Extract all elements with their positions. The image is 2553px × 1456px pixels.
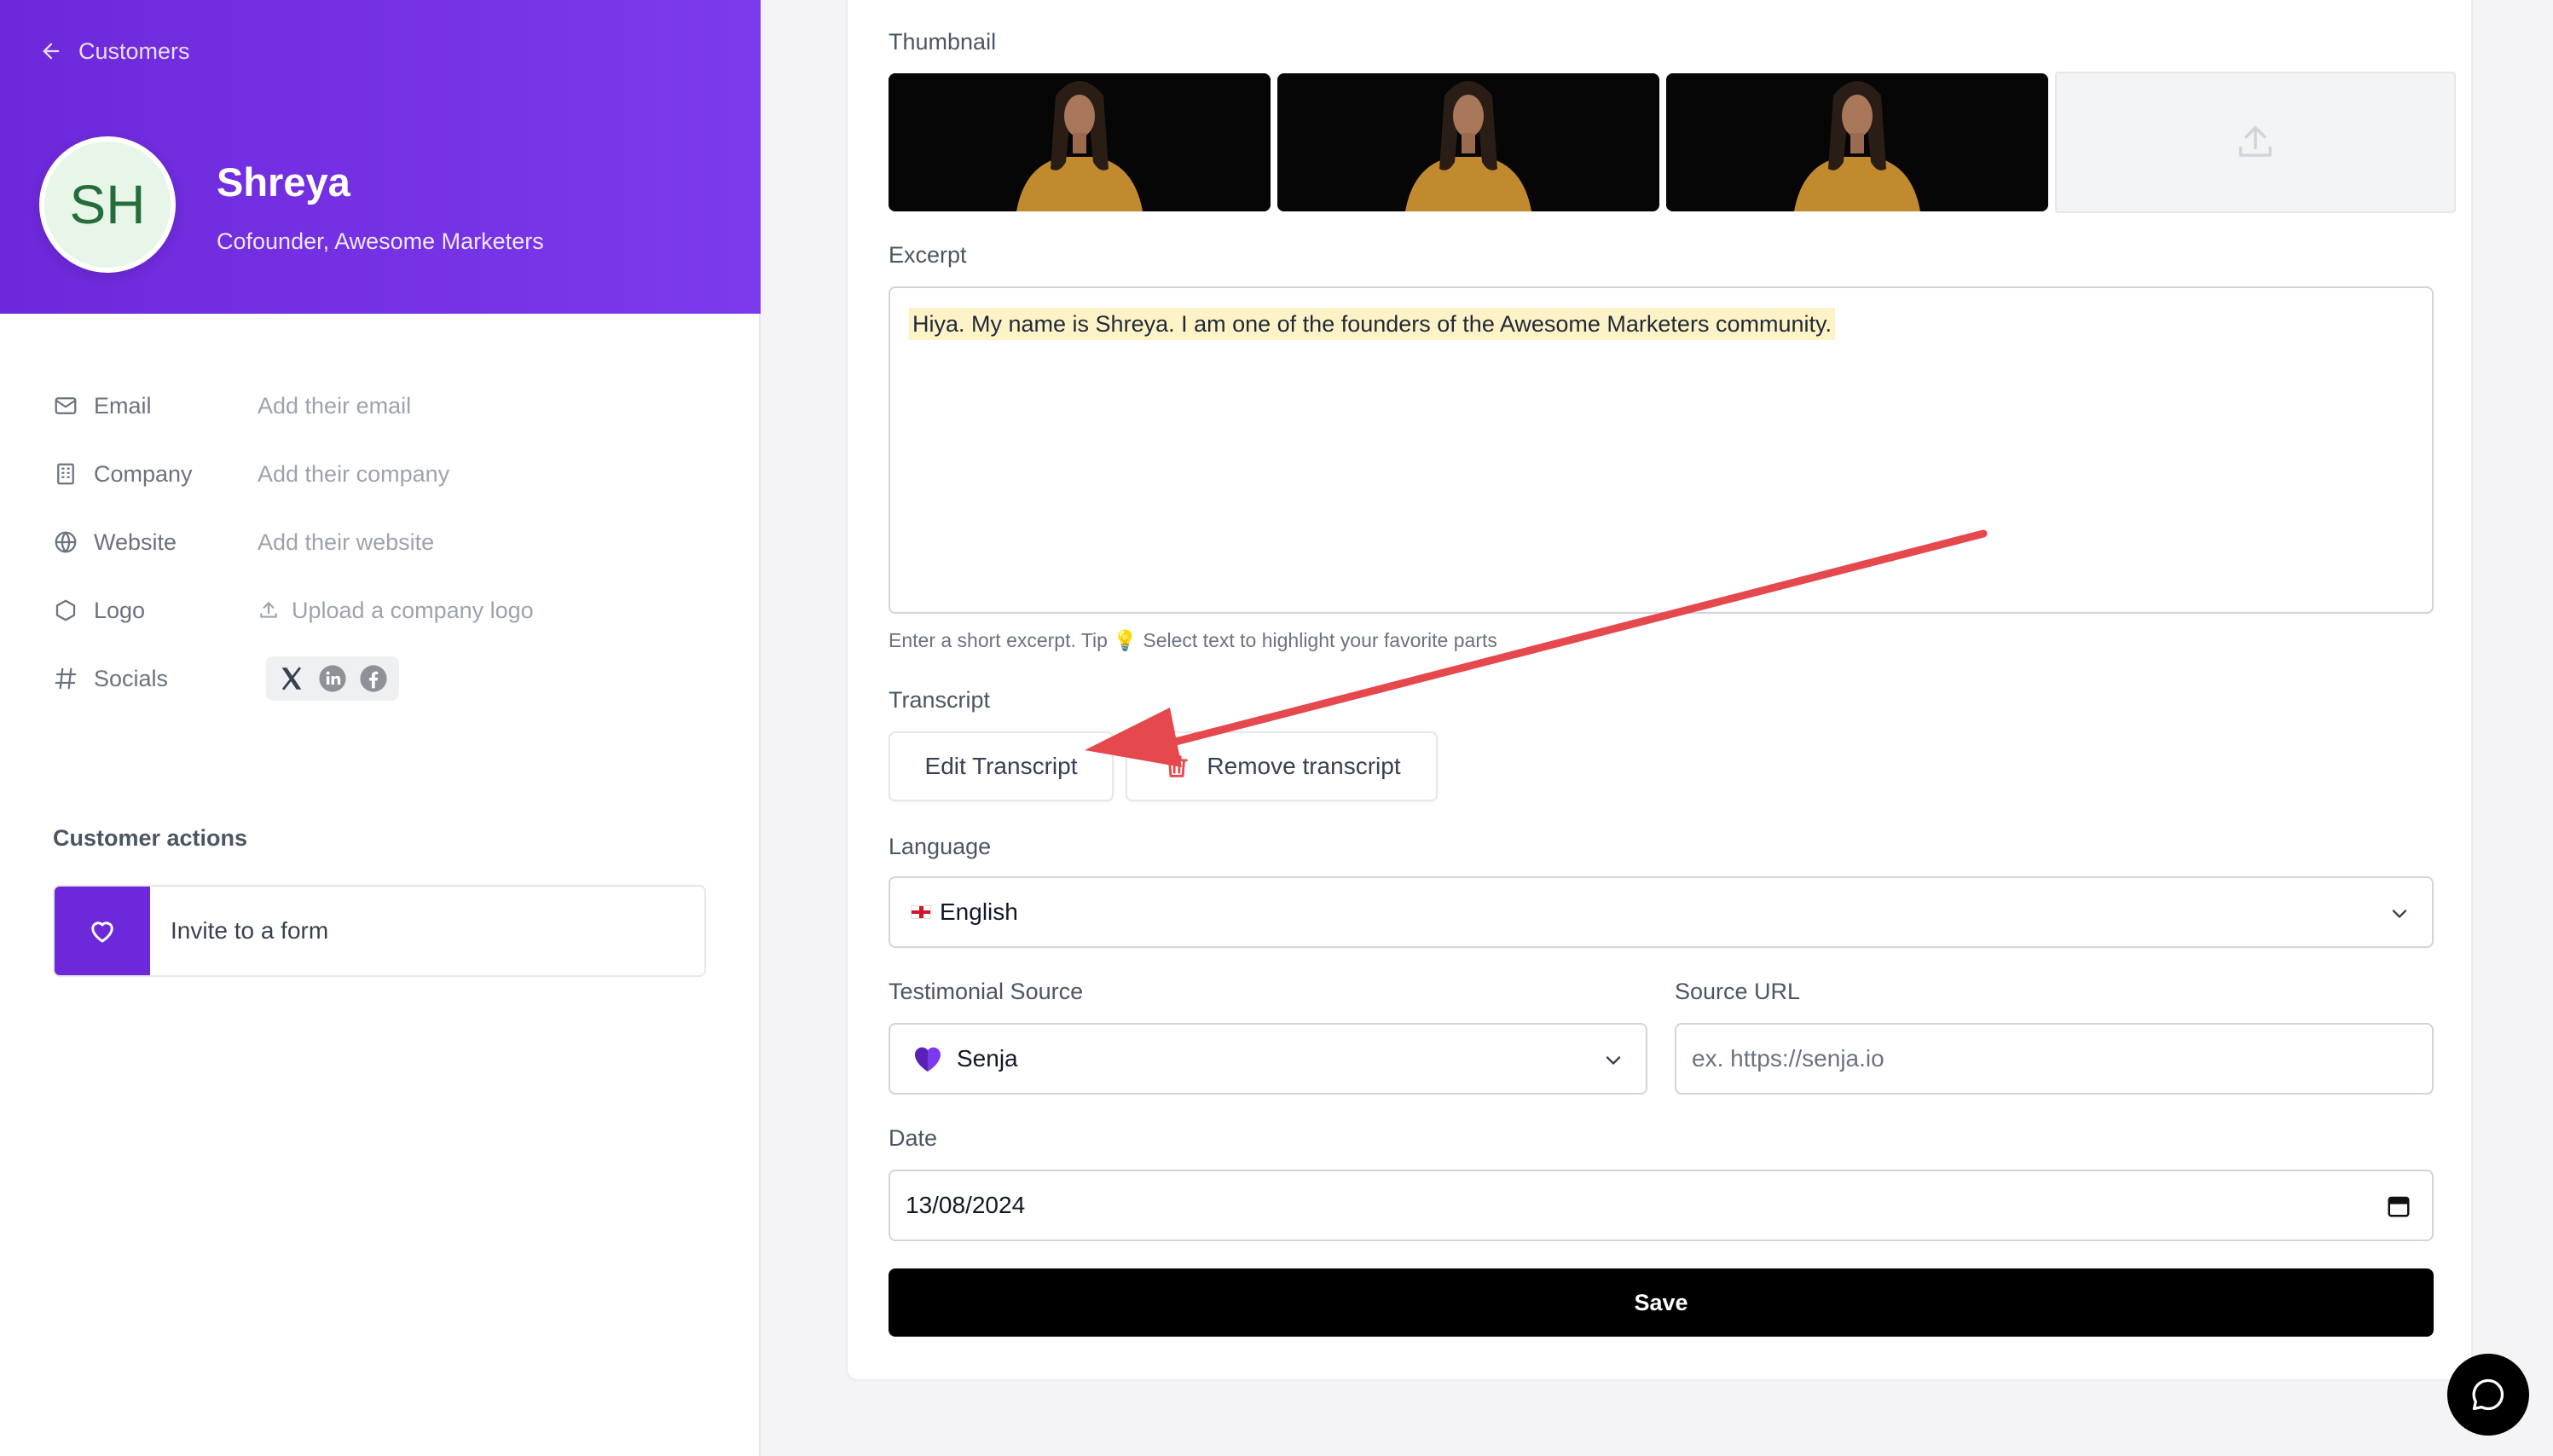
facebook-icon[interactable] xyxy=(358,663,389,694)
company-value[interactable]: Add their company xyxy=(258,461,449,488)
heart-icon xyxy=(91,922,113,943)
field-email[interactable]: Email Add their email xyxy=(53,372,735,440)
upload-logo-button[interactable]: Upload a company logo xyxy=(258,598,534,624)
back-label: Customers xyxy=(78,38,190,64)
trash-icon xyxy=(1166,755,1189,777)
thumbnail-option[interactable] xyxy=(1666,73,2048,211)
customer-title[interactable]: Cofounder, Awesome Marketers xyxy=(217,228,544,255)
mail-icon xyxy=(55,397,77,414)
field-label: Company xyxy=(94,460,193,487)
chevron-down-icon xyxy=(1606,1056,1621,1065)
source-label: Testimonial Source xyxy=(889,979,1084,1004)
thumbnail-label: Thumbnail xyxy=(889,29,997,55)
transcript-label: Transcript xyxy=(889,687,991,713)
field-logo[interactable]: Logo Upload a company logo xyxy=(53,576,735,644)
testimonial-source-select[interactable]: Senja xyxy=(889,1023,1647,1095)
back-to-customers-link[interactable]: Customers xyxy=(39,34,190,68)
profile-header: Customers SH Shreya Cofounder, Awesome M… xyxy=(0,0,761,314)
field-socials: Socials xyxy=(53,644,735,713)
edit-transcript-button[interactable]: Edit Transcript xyxy=(889,731,1114,801)
field-website[interactable]: Website Add their website xyxy=(53,508,735,576)
edit-transcript-label: Edit Transcript xyxy=(924,753,1078,779)
upload-icon xyxy=(260,602,277,618)
socials-group xyxy=(266,656,399,701)
source-url-placeholder: ex. https://senja.io xyxy=(1692,1045,1884,1072)
language-value: English xyxy=(940,898,1018,925)
field-company[interactable]: Company Add their company xyxy=(53,440,735,508)
excerpt-text: Hiya. My name is Shreya. I am one of the… xyxy=(909,308,1835,340)
thumbnail-option[interactable] xyxy=(1277,73,1659,211)
customer-sidebar: Customers SH Shreya Cofounder, Awesome M… xyxy=(0,0,761,1456)
date-value: 13/08/2024 xyxy=(906,1192,1026,1218)
source-url-label: Source URL xyxy=(1675,979,1801,1004)
globe-icon xyxy=(55,531,77,553)
customer-fields: Email Add their email Company Add their … xyxy=(53,372,735,713)
excerpt-hint: Enter a short excerpt. Tip 💡 Select text… xyxy=(889,629,1497,651)
x-twitter-icon[interactable] xyxy=(276,663,307,694)
video-frame-image xyxy=(889,73,1271,211)
field-label: Socials xyxy=(94,665,169,691)
avatar-initials: SH xyxy=(69,174,146,235)
excerpt-label: Excerpt xyxy=(889,242,967,268)
avatar[interactable]: SH xyxy=(39,136,176,273)
england-flag-icon xyxy=(911,905,931,919)
logo-value: Upload a company logo xyxy=(292,597,534,623)
remove-transcript-label: Remove transcript xyxy=(1207,753,1401,779)
website-value[interactable]: Add their website xyxy=(258,529,434,556)
thumbnail-strip xyxy=(889,72,2456,213)
field-label: Logo xyxy=(94,597,146,623)
language-label: Language xyxy=(889,834,992,859)
field-label: Website xyxy=(94,529,177,555)
remove-transcript-button[interactable]: Remove transcript xyxy=(1126,731,1438,801)
calendar-icon[interactable] xyxy=(2386,1193,2411,1219)
date-label: Date xyxy=(889,1125,938,1151)
chevron-down-icon xyxy=(2392,910,2407,918)
hash-icon xyxy=(55,667,77,690)
customer-name[interactable]: Shreya xyxy=(217,159,350,205)
video-frame-image xyxy=(1666,73,2048,211)
field-label: Email xyxy=(94,392,152,419)
source-value: Senja xyxy=(957,1045,1018,1072)
source-url-input[interactable]: ex. https://senja.io xyxy=(1675,1023,2434,1095)
invite-label: Invite to a form xyxy=(171,917,329,944)
senja-heart-icon xyxy=(915,1047,941,1072)
video-frame-image xyxy=(1277,73,1659,211)
thumbnail-option[interactable] xyxy=(889,73,1271,211)
date-input[interactable]: 13/08/2024 xyxy=(889,1170,2434,1241)
upload-icon xyxy=(2238,125,2272,157)
building-icon xyxy=(57,463,74,485)
invite-to-form-button[interactable]: Invite to a form xyxy=(53,885,706,977)
chat-launcher-button[interactable] xyxy=(2447,1354,2529,1436)
upload-thumbnail-button[interactable] xyxy=(2055,72,2456,213)
arrow-left-icon xyxy=(43,43,60,60)
language-select[interactable]: English xyxy=(889,876,2434,948)
customer-actions-title: Customer actions xyxy=(53,825,248,851)
heart-icon-tile xyxy=(55,887,150,975)
email-value[interactable]: Add their email xyxy=(258,393,411,419)
save-button[interactable]: Save xyxy=(889,1268,2434,1337)
linkedin-icon[interactable] xyxy=(317,663,348,694)
hexagon-icon xyxy=(55,599,76,621)
testimonial-form: Thumbnail Excerpt Hiya. My name is Shrey… xyxy=(846,0,2473,1381)
save-label: Save xyxy=(1634,1289,1688,1315)
chat-bubble-icon xyxy=(2472,1378,2504,1411)
excerpt-textarea[interactable]: Hiya. My name is Shreya. I am one of the… xyxy=(889,286,2434,614)
